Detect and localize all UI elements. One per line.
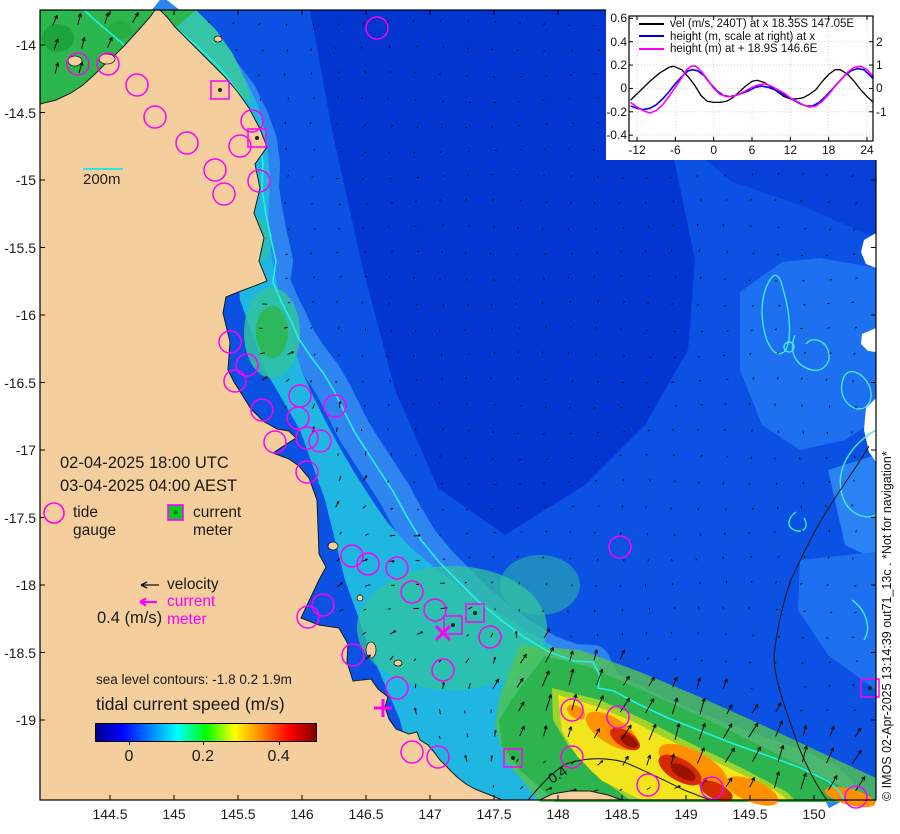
legend-swatch [639, 35, 664, 38]
colorbar-tick-mark [202, 741, 204, 745]
colorbar-title: tidal current speed (m/s) [96, 694, 285, 714]
y-tick-label: -16.5 [4, 374, 36, 391]
legend-entry: height (m, scale at right) at x [639, 31, 815, 43]
y-tick-label: -14.5 [4, 104, 36, 121]
tidal-current-map-figure: 0.4 144.5 145 145.5 146 146.5 147 147.5 148 148.… [0, 0, 900, 834]
legend-label: height (m, scale at right) at x [670, 30, 816, 43]
colorbar: 0 0.2 0.4 [95, 723, 317, 765]
y-tick-label: -17 [15, 442, 36, 458]
y-tick-label: -15 [15, 172, 36, 188]
y-tick-label: -16 [15, 307, 36, 323]
x-tick-label: 148 [546, 806, 570, 822]
current-meter-vel-label: current meter [167, 593, 216, 628]
inset-ytick-left: 0.6 [610, 11, 627, 26]
timestamp-local: 03-04-2025 04:00 AEST [60, 477, 238, 495]
inset-xtick: 12 [783, 143, 798, 157]
timeseries-inset: 0.6 0.4 0.2 0 -0.2 -0.4 2 1 0 -1 -12 -6 0 6 12 18 24 vel… [606, 7, 897, 160]
timestamp-block: 02-04-2025 18:00 UTC 03-04-2025 04:00 AE… [60, 452, 237, 498]
inset-xtick: -6 [669, 143, 681, 157]
inset-ytick-right: 2 [876, 34, 883, 49]
y-tick-label: -17.5 [4, 509, 36, 526]
velocity-scale-label: 0.4 (m/s) [97, 609, 163, 627]
current-meter-arrow-icon [139, 597, 157, 607]
velocity-label: velocity [167, 576, 219, 593]
tide-gauge-label: tide gauge [73, 504, 117, 539]
legend-swatch [639, 47, 664, 50]
x-tick-label: 144.5 [92, 806, 128, 822]
legend-entry: vel (m/s, 240T) at x 18.35S 147.05E [639, 18, 854, 30]
tide-gauge-icon [43, 502, 65, 524]
copyright-note: © IMOS 02-Apr-2025 13:14:39 out71_13c . … [880, 451, 894, 801]
colorbar-tick-label: 0 [124, 748, 134, 765]
inset-ytick-left: 0 [620, 81, 627, 96]
inset-ytick-right: 1 [876, 58, 883, 73]
legend-label: vel (m/s, 240T) at x 18.35S 147.05E [670, 18, 855, 30]
y-tick-label: -14 [15, 37, 36, 53]
inset-ytick-left: 0.4 [610, 34, 627, 49]
inset-xtick: 0 [710, 143, 717, 157]
sea-level-contours-note: sea level contours: -1.8 0.2 1.9m [96, 672, 292, 687]
colorbar-tick-label: 0.2 [191, 748, 215, 765]
inset-ytick-left: -0.4 [606, 128, 627, 143]
inset-ytick-right: -1 [876, 104, 887, 119]
y-tick-label: -19 [15, 712, 36, 728]
inset-ytick-left: -0.2 [606, 104, 627, 119]
inset-xtick: 6 [748, 143, 756, 157]
colorbar-tick-mark [278, 741, 280, 745]
colorbar-tick-label: 0.4 [267, 748, 290, 765]
x-tick-label: 148.5 [604, 806, 640, 822]
x-tick-label: 149.5 [732, 806, 768, 822]
inset-ytick-left: 0.2 [610, 58, 627, 73]
legend-swatch [639, 22, 664, 25]
legend-label: height (m) at + 18.9S 146.6E [670, 43, 818, 55]
x-tick-label: 147 [418, 806, 442, 822]
inset-xtick: -12 [628, 143, 646, 157]
y-tick-label: -18.5 [4, 644, 36, 661]
x-tick-label: 150 [802, 806, 826, 822]
inset-xtick: 24 [860, 143, 874, 157]
x-tick-label: 146 [290, 806, 314, 822]
x-tick-label: 146.5 [348, 806, 384, 822]
legend-entry: height (m) at + 18.9S 146.6E [639, 43, 817, 55]
timestamp-utc: 02-04-2025 18:00 UTC [60, 454, 229, 472]
colorbar-tick-mark [129, 741, 130, 745]
inset-xtick: 18 [821, 143, 836, 157]
current-meter-dot [173, 510, 178, 515]
x-tick-label: 145.5 [220, 806, 256, 822]
inset-ytick-right: 0 [876, 81, 883, 96]
x-tick-label: 145 [162, 806, 186, 822]
contour-swatch-cyan [83, 168, 123, 170]
x-tick-label: 149 [674, 806, 698, 822]
x-tick-label: 147.5 [476, 806, 512, 822]
contour-label-200m: 200m [83, 168, 123, 188]
velocity-arrow-icon [140, 581, 159, 589]
current-meter-label: current meter [193, 504, 242, 539]
y-tick-label: -15.5 [4, 239, 36, 256]
y-tick-label: -18 [15, 577, 36, 593]
